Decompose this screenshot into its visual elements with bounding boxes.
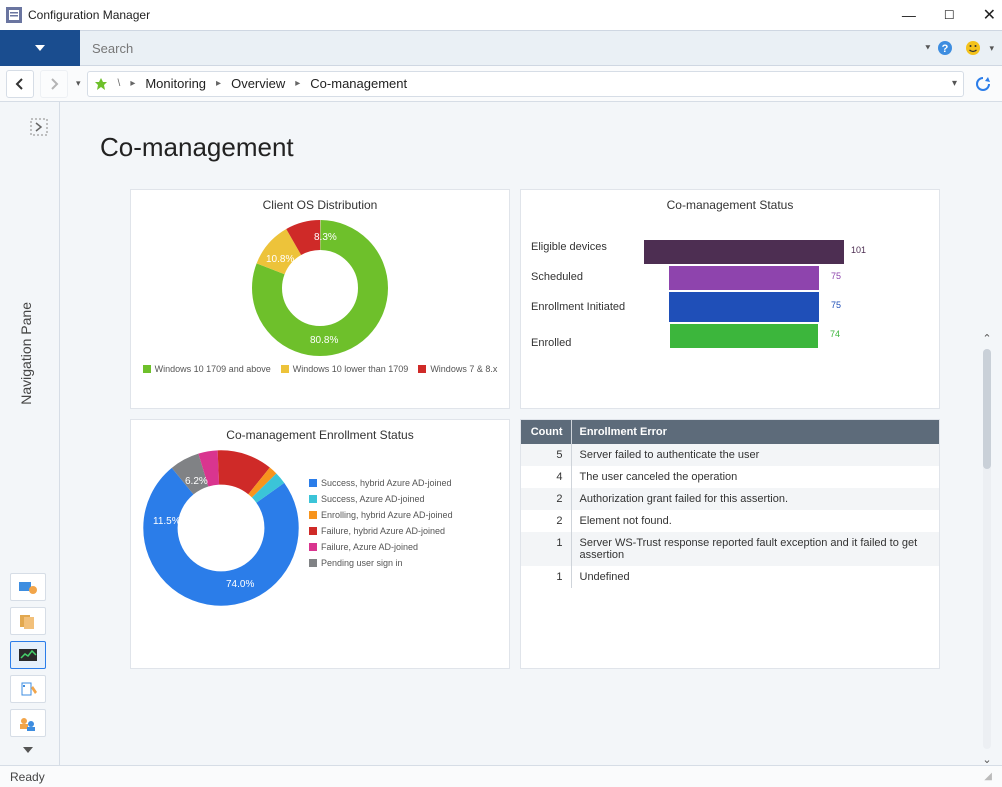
funnel-label: Enrollment Initiated <box>531 300 636 330</box>
ribbon-bar: Search ⯆ ? ▾ <box>0 30 1002 66</box>
search-dropdown-icon[interactable]: ⯆ <box>924 43 931 54</box>
donut-chart-enrollment: 74.0% 11.5% 6.2% <box>141 448 301 608</box>
table-row[interactable]: 1Server WS-Trust response reported fault… <box>521 532 939 566</box>
close-button[interactable]: ✕ <box>983 5 996 25</box>
scroll-thumb[interactable] <box>983 349 991 469</box>
workspace-community-button[interactable] <box>10 709 46 737</box>
workspace-more-button[interactable] <box>10 743 46 757</box>
funnel-label: Enrolled <box>531 336 636 360</box>
table-row[interactable]: 2Authorization grant failed for this ass… <box>521 488 939 510</box>
cell-count: 4 <box>521 466 571 488</box>
pin-icon[interactable] <box>94 77 108 91</box>
resize-grip-icon[interactable]: ◢ <box>984 771 992 782</box>
back-button[interactable] <box>6 70 34 98</box>
legend-label: Windows 10 lower than 1709 <box>293 364 409 374</box>
cell-count: 2 <box>521 510 571 532</box>
legend-label: Pending user sign in <box>321 558 403 568</box>
card-enrollment-status: Co-management Enrollment Status 74.0% 11 <box>130 419 510 669</box>
title-bar: Configuration Manager — ☐ ✕ <box>0 0 1002 30</box>
legend-label: Windows 10 1709 and above <box>155 364 271 374</box>
table-row[interactable]: 1Undefined <box>521 566 939 588</box>
legend-label: Windows 7 & 8.x <box>430 364 497 374</box>
cell-count: 2 <box>521 488 571 510</box>
cell-error: Server failed to authenticate the user <box>571 444 939 466</box>
minimize-button[interactable]: — <box>902 7 916 23</box>
table-header-count: Count <box>521 420 571 444</box>
legend-label: Success, Azure AD-joined <box>321 494 425 504</box>
scrollbar[interactable]: ⌃ ⌄ <box>978 332 996 765</box>
cell-error: Element not found. <box>571 510 939 532</box>
svg-text:?: ? <box>942 43 949 55</box>
card-title: Co-management Status <box>531 198 929 212</box>
legend-label: Enrolling, hybrid Azure AD-joined <box>321 510 453 520</box>
nav-row: ▾ \ ▸ Monitoring ▸ Overview ▸ Co-managem… <box>0 66 1002 102</box>
refresh-button[interactable] <box>970 71 996 97</box>
help-icon[interactable]: ? <box>935 38 955 58</box>
history-dropdown-icon[interactable]: ▾ <box>76 78 81 89</box>
legend-label: Failure, Azure AD-joined <box>321 542 418 552</box>
window-title: Configuration Manager <box>28 8 150 22</box>
card-comgmt-status: Co-management Status Eligible devices Sc… <box>520 189 940 409</box>
cell-count: 1 <box>521 566 571 588</box>
breadcrumb[interactable]: \ ▸ Monitoring ▸ Overview ▸ Co-managemen… <box>87 71 964 97</box>
funnel-chart: 101 75 75 74 <box>644 218 844 348</box>
app-icon <box>6 7 22 23</box>
maximize-button[interactable]: ☐ <box>944 8 955 22</box>
workspace-monitoring-button[interactable] <box>10 641 46 669</box>
legend: Success, hybrid Azure AD-joined Success,… <box>309 478 453 568</box>
feedback-icon[interactable] <box>963 38 983 58</box>
legend: Windows 10 1709 and above Windows 10 low… <box>141 364 499 374</box>
funnel-label: Scheduled <box>531 270 636 294</box>
scroll-up-icon[interactable]: ⌃ <box>982 332 991 345</box>
breadcrumb-item[interactable]: Monitoring <box>145 76 206 91</box>
errors-table: Count Enrollment Error 5Server failed to… <box>521 420 939 588</box>
workspace-assets-button[interactable] <box>10 573 46 601</box>
breadcrumb-item[interactable]: Co-management <box>310 76 407 91</box>
card-title: Co-management Enrollment Status <box>141 428 499 442</box>
table-row[interactable]: 4The user canceled the operation <box>521 466 939 488</box>
scroll-down-icon[interactable]: ⌄ <box>982 753 991 765</box>
page-title: Co-management <box>100 132 974 163</box>
status-bar: Ready ◢ <box>0 765 1002 787</box>
navigation-pane: Navigation Pane <box>0 102 60 765</box>
cell-count: 1 <box>521 532 571 566</box>
cell-error: Authorization grant failed for this asse… <box>571 488 939 510</box>
workspace-library-button[interactable] <box>10 607 46 635</box>
funnel-label: Eligible devices <box>531 240 636 264</box>
forward-button[interactable] <box>40 70 68 98</box>
table-header-error: Enrollment Error <box>571 420 939 444</box>
table-row[interactable]: 2Element not found. <box>521 510 939 532</box>
card-enrollment-errors: Count Enrollment Error 5Server failed to… <box>520 419 940 669</box>
table-row[interactable]: 5Server failed to authenticate the user <box>521 444 939 466</box>
legend-label: Failure, hybrid Azure AD-joined <box>321 526 445 536</box>
status-text: Ready <box>10 770 45 784</box>
cell-count: 5 <box>521 444 571 466</box>
cell-error: The user canceled the operation <box>571 466 939 488</box>
content-area: Co-management Client OS Distribution 80.… <box>60 102 1002 765</box>
card-client-os: Client OS Distribution 80.8% 10.8% 8.3% <box>130 189 510 409</box>
breadcrumb-item[interactable]: Overview <box>231 76 285 91</box>
breadcrumb-dropdown-icon[interactable]: ▾ <box>952 78 957 89</box>
cell-error: Undefined <box>571 566 939 588</box>
workspace-admin-button[interactable] <box>10 675 46 703</box>
feedback-dropdown-icon[interactable]: ▾ <box>989 43 994 54</box>
legend-label: Success, hybrid Azure AD-joined <box>321 478 452 488</box>
breadcrumb-root-icon: \ <box>118 78 121 89</box>
card-title: Client OS Distribution <box>141 198 499 212</box>
search-input[interactable]: Search <box>86 36 916 60</box>
cell-error: Server WS-Trust response reported fault … <box>571 532 939 566</box>
donut-chart-os: 80.8% 10.8% 8.3% <box>250 218 390 358</box>
ribbon-menu-tab[interactable] <box>0 30 80 66</box>
navigation-pane-label: Navigation Pane <box>18 302 34 405</box>
expand-tag-icon[interactable] <box>30 118 48 141</box>
